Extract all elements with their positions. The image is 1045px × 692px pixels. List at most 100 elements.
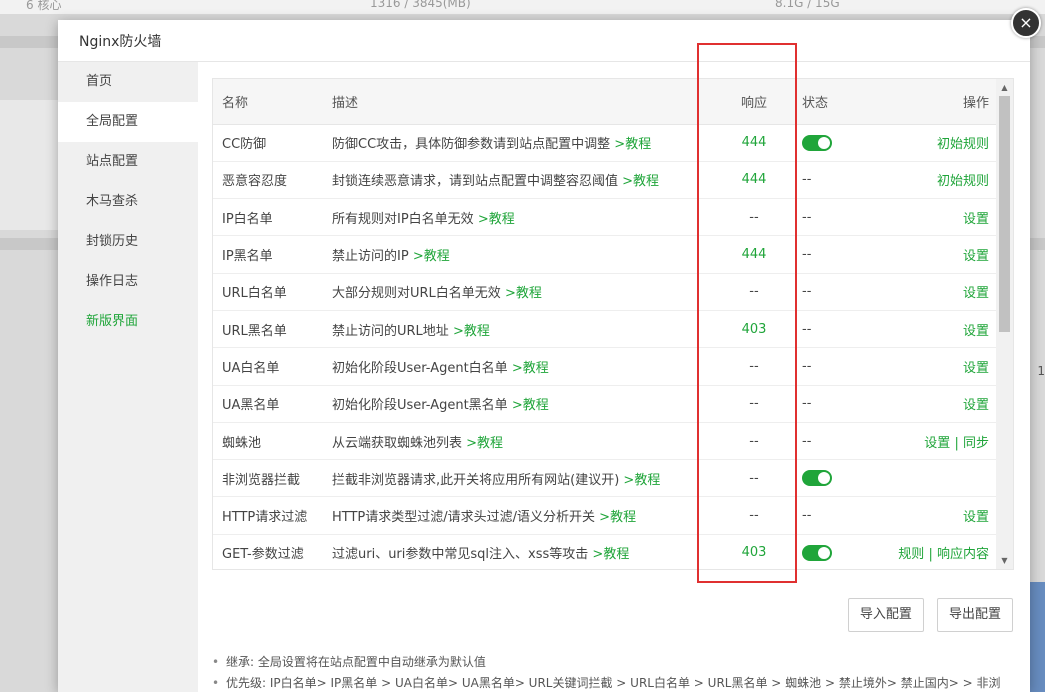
- rule-response: 403: [710, 310, 798, 349]
- table-row: HTTP请求过滤 HTTP请求类型过滤/请求头过滤/语义分析开关 >教程 -- -- 设…: [213, 496, 997, 535]
- rule-desc-cell: 封锁连续恶意请求，请到站点配置中调整容忍阈值 >教程: [332, 161, 710, 200]
- tutorial-link[interactable]: >教程: [505, 286, 542, 301]
- row-action-link[interactable]: 设置: [963, 361, 989, 376]
- sidebar-item-block-history[interactable]: 封锁历史: [58, 222, 198, 262]
- rule-desc: 封锁连续恶意请求，请到站点配置中调整容忍阈值: [332, 174, 619, 190]
- rule-desc-cell: 拦截非浏览器请求,此开关将应用所有网站(建议开) >教程: [332, 459, 710, 498]
- row-action-link[interactable]: 响应内容: [937, 547, 989, 562]
- bg-disk-text: 8.1G / 15G: [775, 0, 840, 10]
- rule-actions: 设置 | 同步: [878, 422, 997, 461]
- import-config-button[interactable]: 导入配置: [847, 598, 924, 632]
- scroll-down-arrow-icon[interactable]: ▼: [996, 552, 1013, 569]
- rule-desc-cell: 防御CC攻击，具体防御参数请到站点配置中调整 >教程: [332, 124, 710, 162]
- table-row: UA白名单 初始化阶段User-Agent白名单 >教程 -- -- 设置: [213, 347, 997, 386]
- tutorial-link[interactable]: >教程: [478, 212, 515, 227]
- rule-actions: [878, 459, 997, 498]
- table-row: CC防御 防御CC攻击，具体防御参数请到站点配置中调整 >教程 444 初始规则: [213, 124, 997, 162]
- row-action-link[interactable]: 设置: [963, 398, 989, 413]
- row-action-link[interactable]: 设置: [963, 324, 989, 339]
- status-toggle[interactable]: [802, 470, 832, 487]
- rule-actions: 设置: [878, 198, 997, 237]
- status-text: --: [802, 508, 812, 524]
- tutorial-link[interactable]: >教程: [599, 510, 636, 525]
- sidebar-item-trojan-scan[interactable]: 木马查杀: [58, 182, 198, 222]
- rule-desc: 初始化阶段User-Agent黑名单: [332, 398, 508, 414]
- row-action-link[interactable]: 设置: [963, 212, 989, 227]
- tutorial-link[interactable]: >教程: [413, 249, 450, 264]
- rule-desc-cell: 大部分规则对URL白名单无效 >教程: [332, 273, 710, 311]
- rule-actions: 初始规则: [878, 124, 997, 162]
- rule-desc-cell: HTTP请求类型过滤/请求头过滤/语义分析开关 >教程: [332, 496, 710, 535]
- rule-desc: 拦截非浏览器请求,此开关将应用所有网站(建议开): [332, 472, 620, 488]
- header-desc: 描述: [332, 79, 710, 125]
- rule-response: --: [710, 198, 798, 237]
- sidebar-item-new-ui[interactable]: 新版界面: [58, 302, 198, 342]
- rule-actions: 设置: [878, 385, 997, 423]
- status-text: --: [802, 172, 812, 188]
- scroll-up-arrow-icon[interactable]: ▲: [996, 79, 1013, 96]
- table-row: URL白名单 大部分规则对URL白名单无效 >教程 -- -- 设置: [213, 273, 997, 311]
- rule-status: --: [798, 310, 878, 349]
- rule-status: [798, 124, 878, 162]
- table-row: URL黑名单 禁止访问的URL地址 >教程 403 -- 设置: [213, 310, 997, 349]
- rule-actions: 设置: [878, 310, 997, 349]
- notes-list: 继承: 全局设置将在站点配置中自动继承为默认值 优先级: IP白名单> IP黑名…: [212, 652, 1012, 692]
- sidebar-item-site-config[interactable]: 站点配置: [58, 142, 198, 182]
- rule-name: IP白名单: [213, 198, 332, 237]
- header-ops: 操作: [878, 79, 997, 125]
- row-action-link[interactable]: 设置: [924, 436, 950, 451]
- row-action-link[interactable]: 初始规则: [937, 137, 989, 152]
- table-header-row: 名称 描述 响应 状态 操作: [213, 79, 997, 125]
- tutorial-link[interactable]: >教程: [623, 473, 660, 488]
- rule-response: --: [710, 459, 798, 498]
- rule-status: --: [798, 273, 878, 311]
- rule-status: --: [798, 347, 878, 386]
- rule-status: --: [798, 161, 878, 200]
- rule-name: 非浏览器拦截: [213, 459, 332, 498]
- rule-name: UA黑名单: [213, 385, 332, 423]
- scroll-thumb[interactable]: [999, 96, 1010, 332]
- status-toggle[interactable]: [802, 544, 832, 561]
- rule-status: --: [798, 385, 878, 423]
- rule-status: --: [798, 496, 878, 535]
- rule-actions: 设置: [878, 496, 997, 535]
- tutorial-link[interactable]: >教程: [512, 398, 549, 413]
- tutorial-link[interactable]: >教程: [512, 361, 549, 376]
- row-action-link[interactable]: 设置: [963, 249, 989, 264]
- rule-actions: 设置: [878, 273, 997, 311]
- rule-name: HTTP请求过滤: [213, 496, 332, 535]
- rule-desc: 初始化阶段User-Agent白名单: [332, 360, 508, 376]
- row-action-link[interactable]: 设置: [963, 286, 989, 301]
- sidebar-item-global-config[interactable]: 全局配置: [58, 102, 198, 142]
- rule-name: UA白名单: [213, 347, 332, 386]
- tutorial-link[interactable]: >教程: [453, 324, 490, 339]
- close-icon[interactable]: ×: [1011, 8, 1041, 38]
- row-action-link[interactable]: 设置: [963, 510, 989, 525]
- status-toggle[interactable]: [802, 134, 832, 151]
- tutorial-link[interactable]: >教程: [466, 436, 503, 451]
- tutorial-link[interactable]: >教程: [622, 174, 659, 189]
- rule-name: 蜘蛛池: [213, 422, 332, 461]
- export-config-button[interactable]: 导出配置: [936, 598, 1013, 632]
- rule-actions: 规则 | 响应内容: [878, 534, 997, 569]
- tutorial-link[interactable]: >教程: [614, 137, 651, 152]
- sidebar-item-home[interactable]: 首页: [58, 62, 198, 102]
- status-text: --: [802, 284, 812, 300]
- dialog-title: Nginx防火墙: [58, 20, 1030, 62]
- table-row: 蜘蛛池 从云端获取蜘蛛池列表 >教程 -- -- 设置 | 同步: [213, 422, 997, 461]
- rule-name: URL白名单: [213, 273, 332, 311]
- header-status: 状态: [798, 79, 878, 125]
- table-row: IP白名单 所有规则对IP白名单无效 >教程 -- -- 设置: [213, 198, 997, 237]
- rule-actions: 初始规则: [878, 161, 997, 200]
- background-stats: 6 核心 1316 / 3845(MB) 8.1G / 15G: [0, 0, 1045, 14]
- table-row: IP黑名单 禁止访问的IP >教程 444 -- 设置: [213, 235, 997, 274]
- row-action-link[interactable]: 同步: [963, 436, 989, 451]
- status-text: --: [802, 358, 812, 374]
- sidebar-item-operation-log[interactable]: 操作日志: [58, 262, 198, 302]
- rule-desc: HTTP请求类型过滤/请求头过滤/语义分析开关: [332, 510, 596, 526]
- table-scrollbar[interactable]: ▲ ▼: [996, 79, 1013, 569]
- rule-response: --: [710, 496, 798, 535]
- row-action-link[interactable]: 规则: [898, 547, 924, 562]
- tutorial-link[interactable]: >教程: [592, 547, 629, 562]
- row-action-link[interactable]: 初始规则: [937, 174, 989, 189]
